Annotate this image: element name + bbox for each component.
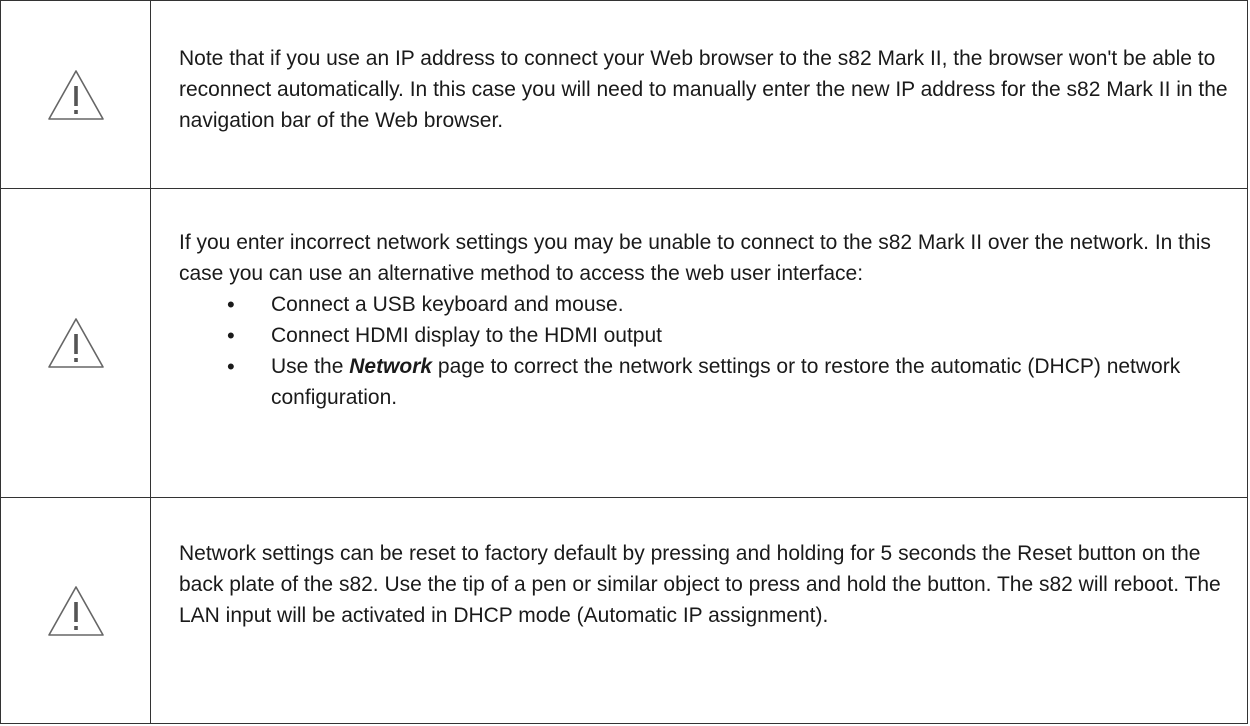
list-item: Use the Network page to correct the netw… (227, 351, 1231, 413)
note-intro: If you enter incorrect network settings … (179, 231, 1211, 285)
notes-table: Note that if you use an IP address to co… (0, 0, 1248, 724)
note-text-cell: If you enter incorrect network settings … (151, 189, 1247, 497)
warning-triangle-icon (47, 585, 105, 637)
bullet-list: Connect a USB keyboard and mouse. Connec… (179, 289, 1231, 413)
bullet-text-before: Use the (271, 355, 350, 378)
note-row: Note that if you use an IP address to co… (1, 1, 1247, 189)
icon-cell (1, 1, 151, 188)
list-item: Connect a USB keyboard and mouse. (227, 289, 1231, 320)
note-row: If you enter incorrect network settings … (1, 189, 1247, 498)
warning-triangle-icon (47, 69, 105, 121)
note-row: Network settings can be reset to factory… (1, 498, 1247, 723)
icon-cell (1, 498, 151, 723)
note-text-cell: Note that if you use an IP address to co… (151, 1, 1247, 188)
note-text-cell: Network settings can be reset to factory… (151, 498, 1247, 723)
warning-triangle-icon (47, 317, 105, 369)
network-page-label: Network (349, 355, 433, 378)
icon-cell (1, 189, 151, 497)
list-item: Connect HDMI display to the HDMI output (227, 320, 1231, 351)
note-paragraph: Network settings can be reset to factory… (179, 542, 1221, 627)
note-paragraph: Note that if you use an IP address to co… (179, 47, 1228, 132)
